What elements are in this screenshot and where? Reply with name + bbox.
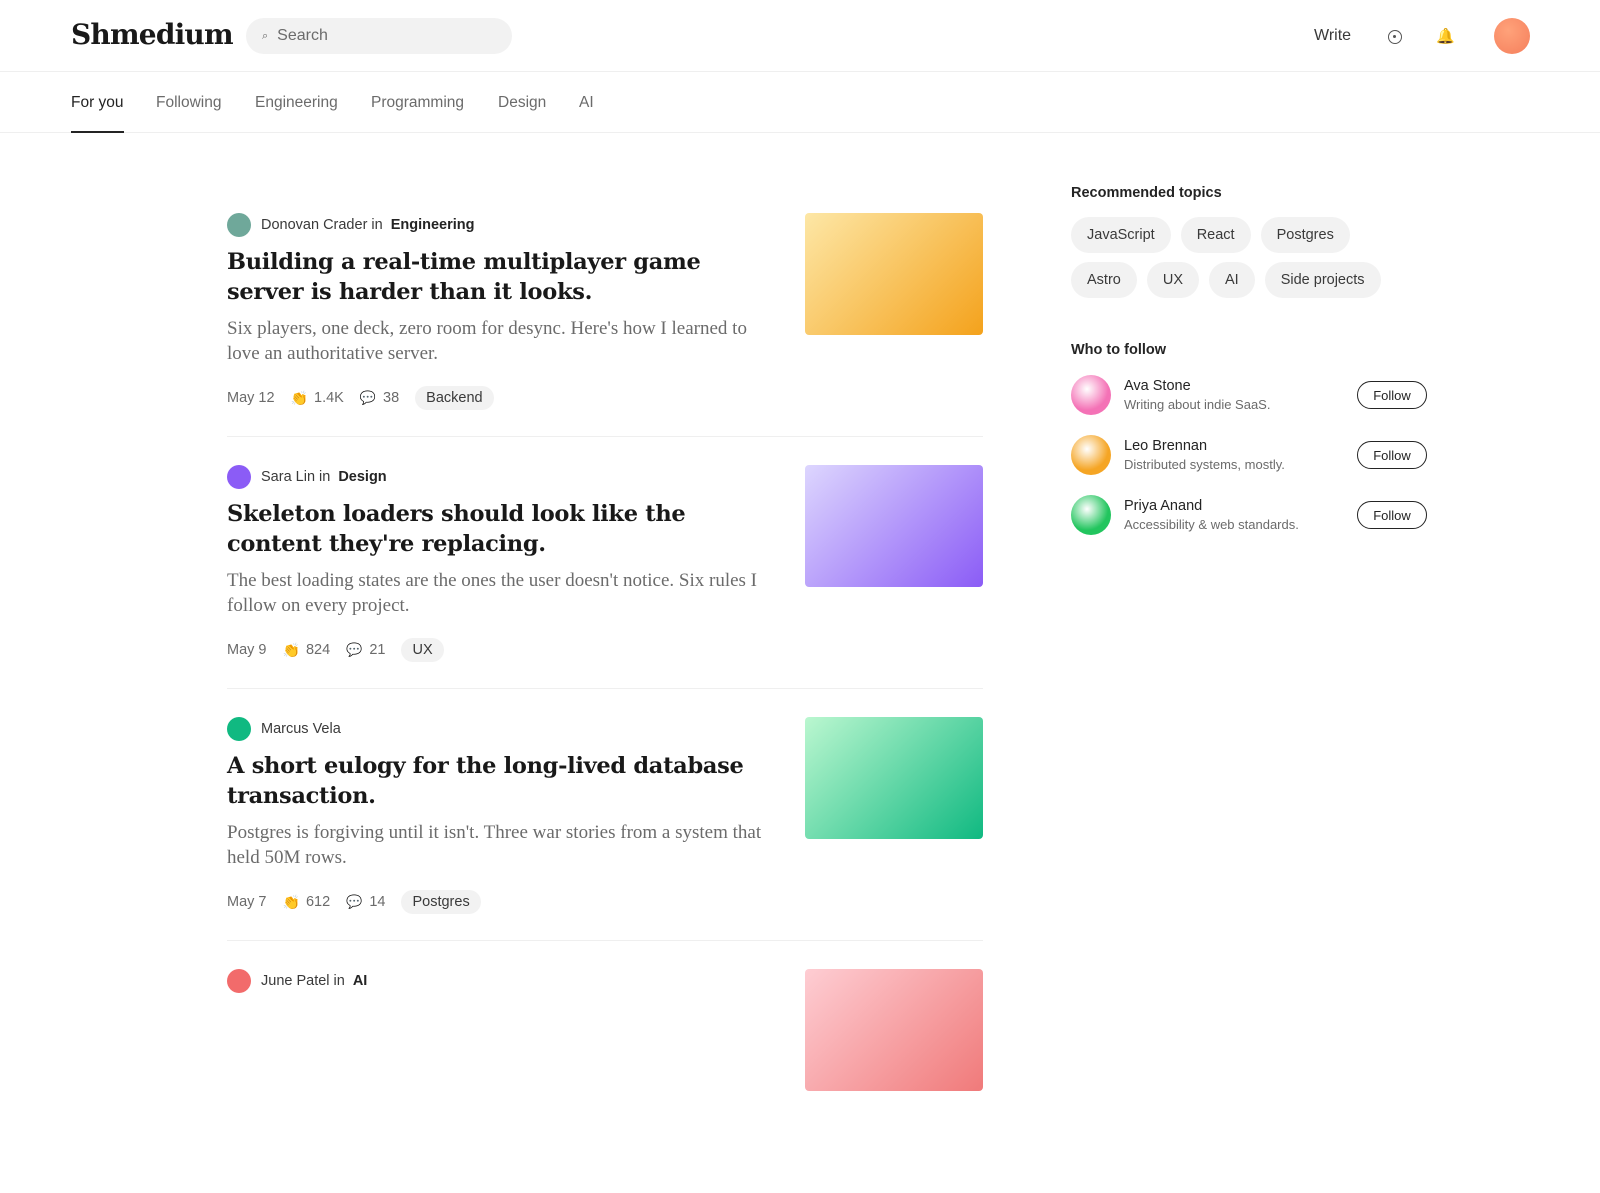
article-subtitle: Postgres is forgiving until it isn't. Th…: [227, 822, 762, 868]
author-name[interactable]: Donovan Crader: [261, 217, 367, 233]
article-tag[interactable]: Backend: [415, 386, 494, 410]
tab-following[interactable]: Following: [156, 94, 221, 132]
follow-button[interactable]: Follow: [1357, 441, 1427, 469]
follow-suggestions: Ava Stone Writing about indie SaaS. Foll…: [1071, 375, 1431, 555]
tab-design[interactable]: Design: [498, 94, 546, 132]
tab-engineering[interactable]: Engineering: [255, 94, 338, 132]
publication-name[interactable]: AI: [353, 973, 368, 989]
byline-in: in: [333, 973, 345, 989]
tab-ai[interactable]: AI: [579, 94, 594, 132]
comment-icon: 💬: [346, 894, 363, 909]
search-bar[interactable]: ⌕: [246, 18, 512, 54]
follow-suggestion: Ava Stone Writing about indie SaaS. Foll…: [1071, 375, 1431, 435]
article-byline: Marcus Vela: [227, 717, 341, 741]
article-date: May 7: [227, 894, 267, 910]
write-link[interactable]: Write: [1314, 27, 1351, 45]
article-title[interactable]: A short eulogy for the long-lived databa…: [227, 751, 767, 811]
search-icon: ⌕: [262, 29, 269, 42]
person-name[interactable]: Leo Brennan: [1124, 438, 1207, 454]
site-logo[interactable]: Shmedium: [71, 18, 234, 51]
person-avatar[interactable]: [1071, 375, 1111, 415]
follow-button[interactable]: Follow: [1357, 381, 1427, 409]
comment-count: 21: [369, 642, 386, 658]
author-name[interactable]: Marcus Vela: [261, 721, 341, 737]
right-sidebar: Recommended topics JavaScript React Post…: [1071, 185, 1431, 555]
clap-icon: 👏: [282, 893, 300, 910]
person-avatar[interactable]: [1071, 495, 1111, 535]
article-subtitle: Six players, one deck, zero room for des…: [227, 318, 747, 364]
clap-count: 824: [305, 642, 331, 658]
comment-icon: 💬: [346, 642, 363, 657]
byline-in: in: [319, 469, 331, 485]
article-date: May 12: [227, 390, 275, 406]
article-thumbnail[interactable]: [805, 969, 983, 1091]
article-byline: Donovan Crader in Engineering: [227, 213, 475, 237]
topic-list: JavaScript React Postgres Astro UX AI Si…: [1071, 217, 1431, 307]
article-stats: May 7 👏 612 💬 14 Postgres: [227, 890, 481, 914]
topic-chip[interactable]: Postgres: [1260, 217, 1350, 253]
article-title[interactable]: Skeleton loaders should look like the co…: [227, 499, 767, 559]
article-byline: June Patel in AI: [227, 969, 367, 993]
user-avatar[interactable]: [1494, 18, 1530, 54]
topic-chip[interactable]: Side projects: [1264, 262, 1381, 298]
topic-chip[interactable]: UX: [1146, 262, 1199, 298]
recommended-topics-heading: Recommended topics: [1071, 185, 1222, 201]
article-tag[interactable]: UX: [401, 638, 444, 662]
article-thumbnail[interactable]: [805, 213, 983, 335]
topic-chip[interactable]: Astro: [1071, 262, 1137, 298]
person-name[interactable]: Priya Anand: [1124, 498, 1202, 514]
author-avatar[interactable]: [227, 969, 251, 993]
article-feed: Donovan Crader in Engineering Building a…: [227, 185, 983, 1193]
feed-tabs: For you Following Engineering Programmin…: [0, 72, 1600, 133]
article-tag[interactable]: Postgres: [401, 890, 481, 914]
publication-name[interactable]: Design: [338, 469, 386, 485]
person-bio: Writing about indie SaaS.: [1124, 397, 1271, 412]
author-avatar[interactable]: [227, 465, 251, 489]
person-name[interactable]: Ava Stone: [1124, 378, 1191, 394]
article-byline: Sara Lin in Design: [227, 465, 387, 489]
clap-icon: 👏: [282, 641, 300, 658]
author-name[interactable]: Sara Lin: [261, 469, 315, 485]
top-header: Shmedium ⌕ Write 🔔: [0, 0, 1600, 72]
article-date: May 9: [227, 642, 267, 658]
plus-circle-icon[interactable]: [1388, 30, 1402, 44]
person-avatar[interactable]: [1071, 435, 1111, 475]
article-title[interactable]: Building a real-time multiplayer game se…: [227, 247, 767, 307]
follow-suggestion: Priya Anand Accessibility & web standard…: [1071, 495, 1431, 555]
author-name[interactable]: June Patel: [261, 973, 330, 989]
topic-chip[interactable]: AI: [1209, 262, 1255, 298]
tab-programming[interactable]: Programming: [371, 94, 464, 132]
clap-count: 1.4K: [314, 390, 344, 406]
article-card[interactable]: Donovan Crader in Engineering Building a…: [227, 185, 983, 437]
article-card[interactable]: Sara Lin in Design Skeleton loaders shou…: [227, 437, 983, 689]
clap-count: 612: [305, 894, 331, 910]
publication-name[interactable]: Engineering: [391, 217, 475, 233]
who-to-follow-heading: Who to follow: [1071, 342, 1167, 358]
follow-suggestion: Leo Brennan Distributed systems, mostly.…: [1071, 435, 1431, 495]
article-subtitle: The best loading states are the ones the…: [227, 570, 758, 616]
article-card[interactable]: Marcus Vela A short eulogy for the long-…: [227, 689, 983, 941]
topic-chip[interactable]: JavaScript: [1071, 217, 1171, 253]
comment-count: 14: [369, 894, 386, 910]
clap-icon: 👏: [290, 389, 308, 406]
search-input[interactable]: [277, 27, 478, 45]
person-bio: Distributed systems, mostly.: [1124, 457, 1285, 472]
topic-chip[interactable]: React: [1180, 217, 1251, 253]
author-avatar[interactable]: [227, 717, 251, 741]
article-thumbnail[interactable]: [805, 465, 983, 587]
article-card[interactable]: June Patel in AI: [227, 941, 983, 1193]
article-stats: May 12 👏 1.4K 💬 38 Backend: [227, 386, 494, 410]
bell-icon[interactable]: 🔔: [1436, 27, 1455, 45]
article-thumbnail[interactable]: [805, 717, 983, 839]
comment-count: 38: [383, 390, 400, 406]
comment-icon: 💬: [359, 390, 377, 405]
article-stats: May 9 👏 824 💬 21 UX: [227, 638, 444, 662]
follow-button[interactable]: Follow: [1357, 501, 1427, 529]
tab-for-you[interactable]: For you: [71, 94, 124, 133]
author-avatar[interactable]: [227, 213, 251, 237]
byline-in: in: [371, 217, 383, 233]
person-bio: Accessibility & web standards.: [1124, 517, 1299, 532]
